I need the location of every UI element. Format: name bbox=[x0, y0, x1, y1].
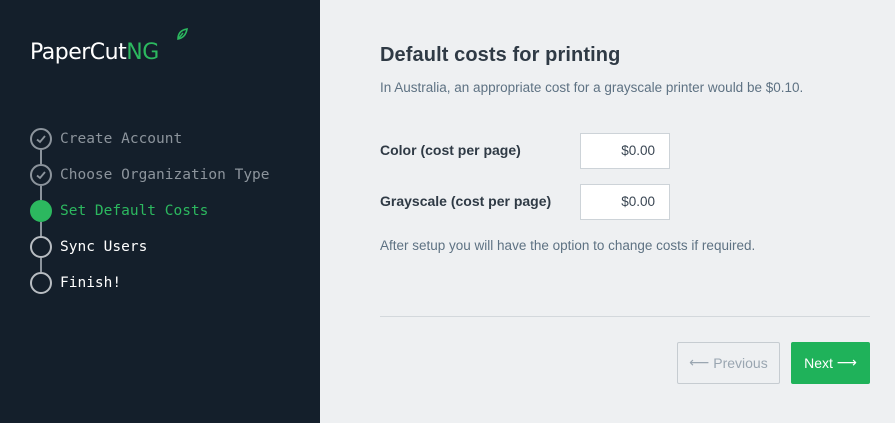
step-finish: Finish! bbox=[30, 272, 270, 308]
step-connector bbox=[40, 150, 42, 164]
step-label: Choose Organization Type bbox=[60, 167, 270, 183]
color-cost-input[interactable]: $0.00 bbox=[580, 133, 670, 169]
step-label: Set Default Costs bbox=[60, 203, 209, 219]
step-label: Finish! bbox=[60, 275, 122, 291]
next-button-label: Next bbox=[804, 355, 833, 371]
logo-text-accent: NG bbox=[126, 40, 159, 65]
check-circle-icon bbox=[30, 128, 52, 150]
step-choose-organization-type: Choose Organization Type bbox=[30, 164, 270, 200]
empty-circle-icon bbox=[30, 272, 52, 294]
step-create-account: Create Account bbox=[30, 128, 270, 164]
step-set-default-costs: Set Default Costs bbox=[30, 200, 270, 236]
previous-button[interactable]: ⟵ Previous bbox=[677, 342, 780, 384]
step-label: Create Account bbox=[60, 131, 183, 147]
step-connector bbox=[40, 258, 42, 272]
setup-note: After setup you will have the option to … bbox=[380, 238, 756, 253]
step-connector bbox=[40, 222, 42, 236]
arrow-left-icon: ⟵ bbox=[689, 355, 710, 371]
active-step-dot-icon bbox=[30, 200, 52, 222]
papercut-logo: PaperCutNG bbox=[30, 28, 188, 72]
color-cost-row: Color (cost per page) $0.00 bbox=[380, 133, 680, 169]
sidebar: PaperCutNG Create Account Choose Organiz… bbox=[0, 0, 320, 423]
next-button[interactable]: Next ⟶ bbox=[791, 342, 870, 384]
step-connector bbox=[40, 186, 42, 200]
setup-steps: Create Account Choose Organization Type … bbox=[30, 128, 270, 308]
divider bbox=[380, 316, 870, 317]
step-sync-users: Sync Users bbox=[30, 236, 270, 272]
grayscale-cost-label: Grayscale (cost per page) bbox=[380, 193, 552, 209]
leaf-icon bbox=[177, 28, 188, 40]
empty-circle-icon bbox=[30, 236, 52, 258]
logo-text-main: PaperCut bbox=[30, 40, 127, 65]
check-circle-icon bbox=[30, 164, 52, 186]
page-subtitle: In Australia, an appropriate cost for a … bbox=[380, 80, 804, 95]
grayscale-cost-input[interactable]: $0.00 bbox=[580, 184, 670, 220]
page-title: Default costs for printing bbox=[380, 44, 621, 66]
grayscale-cost-row: Grayscale (cost per page) $0.00 bbox=[380, 184, 680, 220]
previous-button-label: Previous bbox=[713, 355, 768, 371]
arrow-right-icon: ⟶ bbox=[836, 355, 857, 371]
main-panel: Default costs for printing In Australia,… bbox=[320, 0, 895, 423]
step-label: Sync Users bbox=[60, 239, 148, 255]
color-cost-label: Color (cost per page) bbox=[380, 142, 521, 158]
